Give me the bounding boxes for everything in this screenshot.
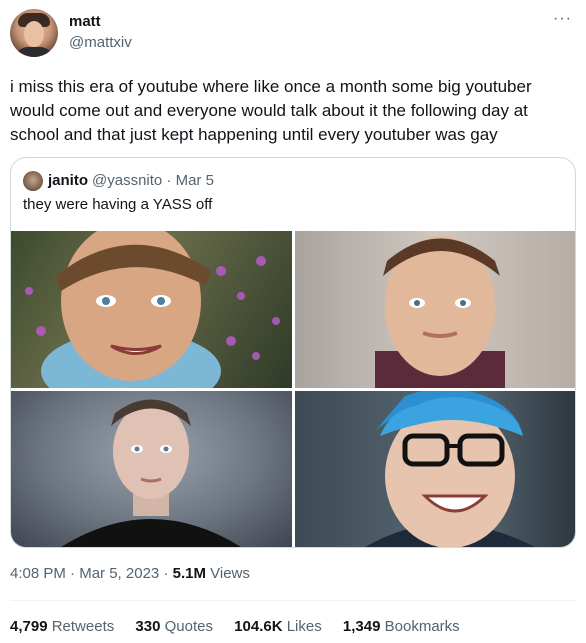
tweet-date[interactable]: Mar 5, 2023 — [79, 565, 159, 582]
meta-separator: · — [70, 565, 76, 582]
tweet-text: i miss this era of youtube where like on… — [10, 77, 532, 144]
avatar-face — [24, 21, 44, 47]
media-photo-3[interactable] — [11, 391, 292, 547]
media-photo-1[interactable] — [11, 231, 292, 388]
retweets-count: 4,799 — [10, 618, 48, 635]
quotes-stat[interactable]: 330 Quotes — [135, 618, 213, 635]
avatar-shirt — [14, 47, 54, 57]
author-display-name[interactable]: matt — [69, 13, 101, 30]
engagement-stats: 4,799 Retweets 330 Quotes 104.6K Likes 1… — [10, 618, 477, 635]
retweets-stat[interactable]: 4,799 Retweets — [10, 618, 114, 635]
bookmarks-count: 1,349 — [342, 618, 381, 635]
media-photo-2[interactable] — [295, 231, 575, 388]
photo-3-art — [61, 399, 241, 547]
media-photo-4[interactable] — [295, 391, 575, 547]
photo-4-art — [365, 391, 535, 547]
likes-label: Likes — [286, 618, 322, 635]
quotes-count: 330 — [135, 618, 161, 635]
tweet-meta: 4:08 PM · Mar 5, 2023 · 5.1M Views — [10, 565, 250, 582]
retweets-label: Retweets — [51, 618, 115, 635]
meta-separator: · — [163, 565, 169, 582]
quotes-label: Quotes — [164, 618, 213, 635]
likes-count: 104.6K — [234, 618, 283, 635]
quote-author-name[interactable]: janito — [48, 172, 88, 189]
photo-2-art — [375, 236, 505, 388]
quoted-tweet[interactable]: janito @yassnito · Mar 5 they were havin… — [10, 157, 576, 548]
divider — [10, 600, 576, 601]
author-handle[interactable]: @mattxiv — [69, 34, 132, 51]
views-label: Views — [210, 565, 250, 582]
quote-author-avatar[interactable] — [23, 171, 43, 191]
bookmarks-label: Bookmarks — [384, 618, 460, 635]
tweet-time[interactable]: 4:08 PM — [10, 565, 66, 582]
views-count: 5.1M — [172, 565, 206, 582]
bookmarks-stat[interactable]: 1,349 Bookmarks — [343, 618, 460, 635]
more-horizontal-icon[interactable]: ··· — [553, 10, 572, 28]
likes-stat[interactable]: 104.6K Likes — [234, 618, 322, 635]
author-avatar[interactable] — [10, 9, 58, 57]
photo-1-art — [25, 231, 280, 388]
quote-media-grid — [11, 231, 575, 547]
quote-text: they were having a YASS off — [23, 196, 213, 213]
quote-handle-date: @yassnito · Mar 5 — [92, 172, 214, 189]
